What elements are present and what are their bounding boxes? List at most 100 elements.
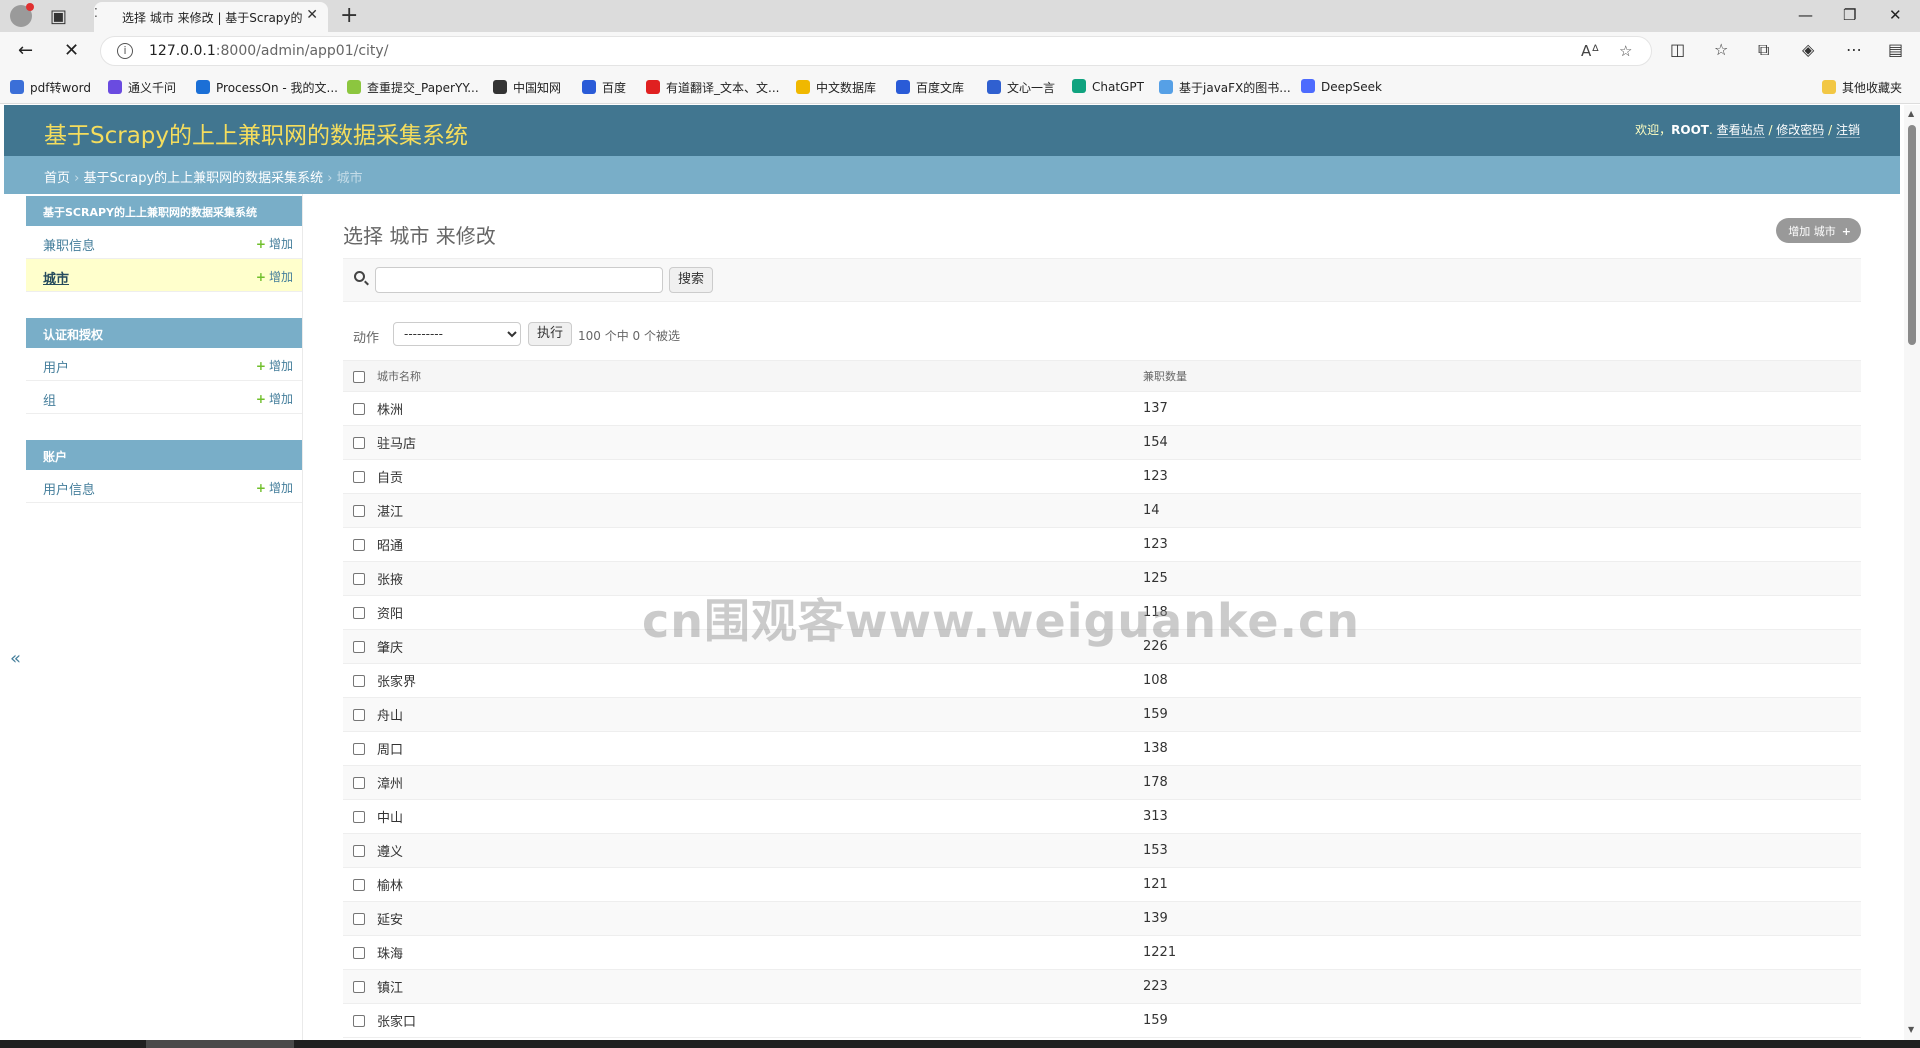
row-checkbox[interactable] <box>353 878 365 891</box>
scroll-up-icon[interactable]: ▲ <box>1908 109 1914 118</box>
row-checkbox[interactable] <box>353 470 365 483</box>
row-checkbox[interactable] <box>353 810 365 823</box>
add-link[interactable]: + 增加 <box>256 357 293 374</box>
module-caption[interactable]: 基于Scrapy的上上兼职网的数据采集系统 <box>26 196 302 226</box>
site-title[interactable]: 基于Scrapy的上上兼职网的数据采集系统 <box>44 116 468 150</box>
sidebar-item-label[interactable]: 城市 <box>43 272 69 287</box>
browser-tab-active[interactable]: ⁚ 选择 城市 来修改 | 基于Scrapy的上上兼职网的数据采集系统 ✕ <box>94 2 328 32</box>
new-tab-icon[interactable]: + <box>340 3 358 28</box>
city-name-cell[interactable]: 延安 <box>371 901 1137 936</box>
sidebar-item-label[interactable]: 用户信息 <box>43 483 95 498</box>
row-checkbox[interactable] <box>353 640 365 653</box>
sidebar-item-label[interactable]: 组 <box>43 394 56 409</box>
scroll-down-icon[interactable]: ▼ <box>1908 1025 1914 1034</box>
add-link[interactable]: + 增加 <box>256 268 293 285</box>
view-site-link[interactable]: 查看站点 <box>1716 123 1765 138</box>
bookmark-item[interactable]: 文心一言 <box>987 79 1055 96</box>
site-info-icon[interactable]: i <box>117 43 133 59</box>
row-checkbox[interactable] <box>353 1014 365 1027</box>
city-name-cell[interactable]: 张家口 <box>371 1003 1137 1038</box>
action-select[interactable]: --------- <box>393 322 521 346</box>
bookmark-item[interactable]: 中国知网 <box>493 79 561 96</box>
sidebar-item-label[interactable]: 兼职信息 <box>43 239 95 254</box>
search-button[interactable]: 搜索 <box>669 267 714 293</box>
column-header-city[interactable]: 城市名称 <box>371 360 1137 392</box>
row-checkbox[interactable] <box>353 742 365 755</box>
bookmark-item[interactable]: 有道翻译_文本、文... <box>646 79 779 96</box>
extensions-icon[interactable]: ◈ <box>1802 40 1814 59</box>
split-screen-icon[interactable]: ◫ <box>1670 40 1685 59</box>
row-checkbox[interactable] <box>353 436 365 449</box>
bookmark-item[interactable]: 百度 <box>582 79 626 96</box>
city-name-cell[interactable]: 驻马店 <box>371 425 1137 460</box>
restore-icon[interactable]: ❐ <box>1843 6 1856 24</box>
address-bar[interactable]: i 127.0.0.1:8000/admin/app01/city/ Aᐞ ☆ <box>100 36 1652 66</box>
city-name-cell[interactable]: 肇庆 <box>371 629 1137 664</box>
other-bookmarks-folder[interactable]: 其他收藏夹 <box>1822 79 1902 96</box>
bookmark-item[interactable]: 基于javaFX的图书... <box>1159 79 1291 96</box>
bookmark-item[interactable]: ProcessOn - 我的文... <box>196 79 338 96</box>
read-aloud-icon[interactable]: Aᐞ <box>1581 42 1599 60</box>
city-name-cell[interactable]: 昭通 <box>371 527 1137 562</box>
module-caption[interactable]: 认证和授权 <box>26 318 302 348</box>
row-checkbox[interactable] <box>353 776 365 789</box>
url-text[interactable]: 127.0.0.1:8000/admin/app01/city/ <box>149 43 388 59</box>
city-name-cell[interactable]: 榆林 <box>371 867 1137 902</box>
row-checkbox[interactable] <box>353 606 365 619</box>
bookmark-item[interactable]: 中文数据库 <box>796 79 876 96</box>
city-name-cell[interactable]: 湛江 <box>371 493 1137 528</box>
scroll-thumb[interactable] <box>1908 125 1916 345</box>
page-scrollbar[interactable]: ▲ ▼ <box>1904 105 1920 1040</box>
city-name-cell[interactable]: 周口 <box>371 731 1137 766</box>
profile-avatar-icon[interactable] <box>10 3 34 27</box>
row-checkbox[interactable] <box>353 504 365 517</box>
city-name-cell[interactable]: 张掖 <box>371 561 1137 596</box>
city-name-cell[interactable]: 遵义 <box>371 833 1137 868</box>
bookmark-item[interactable]: DeepSeek <box>1301 79 1382 94</box>
stop-loading-icon[interactable]: ✕ <box>64 40 79 61</box>
add-link[interactable]: + 增加 <box>256 390 293 407</box>
row-checkbox[interactable] <box>353 538 365 551</box>
row-checkbox[interactable] <box>353 946 365 959</box>
city-name-cell[interactable]: 自贡 <box>371 459 1137 494</box>
city-name-cell[interactable]: 舟山 <box>371 697 1137 732</box>
bookmark-item[interactable]: 通义千问 <box>108 79 176 96</box>
city-name-cell[interactable]: 中山 <box>371 799 1137 834</box>
add-link[interactable]: + 增加 <box>256 479 293 496</box>
favorites-icon[interactable]: ☆ <box>1714 40 1728 59</box>
logout-link[interactable]: 注销 <box>1835 123 1860 138</box>
close-window-icon[interactable]: ✕ <box>1889 6 1902 24</box>
row-checkbox[interactable] <box>353 980 365 993</box>
tab-close-icon[interactable]: ✕ <box>306 7 318 23</box>
city-name-cell[interactable]: 镇江 <box>371 969 1137 1004</box>
column-header-count[interactable]: 兼职数量 <box>1137 360 1861 392</box>
module-caption[interactable]: 账户 <box>26 440 302 470</box>
row-checkbox[interactable] <box>353 708 365 721</box>
breadcrumb-home[interactable]: 首页 <box>44 171 70 186</box>
city-name-cell[interactable]: 珠海 <box>371 935 1137 970</box>
go-button[interactable]: 执行 <box>528 322 573 346</box>
row-checkbox[interactable] <box>353 844 365 857</box>
more-menu-icon[interactable]: ⋯ <box>1846 40 1862 59</box>
add-city-button[interactable]: 增加 城市 + <box>1776 218 1861 243</box>
city-name-cell[interactable]: 张家界 <box>371 663 1137 698</box>
bookmark-item[interactable]: 查重提交_PaperYY... <box>347 79 479 96</box>
city-name-cell[interactable]: 资阳 <box>371 595 1137 630</box>
row-checkbox[interactable] <box>353 402 365 415</box>
collections-icon[interactable]: ⧉ <box>1758 40 1769 60</box>
sidebar-item-label[interactable]: 用户 <box>43 361 69 376</box>
sidebar-toggle-icon[interactable]: ▤ <box>1888 40 1903 59</box>
breadcrumb-app[interactable]: 基于Scrapy的上上兼职网的数据采集系统 <box>83 171 323 186</box>
add-link[interactable]: + 增加 <box>256 235 293 252</box>
city-name-cell[interactable]: 株洲 <box>371 391 1137 426</box>
bookmark-item[interactable]: pdf转word <box>10 79 91 96</box>
tab-actions-icon[interactable]: ▣ <box>50 6 67 27</box>
search-input[interactable] <box>375 267 663 293</box>
collapse-sidebar-icon[interactable]: « <box>10 648 21 669</box>
select-all-checkbox[interactable] <box>353 370 365 383</box>
minimize-icon[interactable]: — <box>1798 6 1813 24</box>
change-password-link[interactable]: 修改密码 <box>1776 123 1825 138</box>
row-checkbox[interactable] <box>353 912 365 925</box>
favorite-star-icon[interactable]: ☆ <box>1619 42 1632 60</box>
city-name-cell[interactable]: 漳州 <box>371 765 1137 800</box>
